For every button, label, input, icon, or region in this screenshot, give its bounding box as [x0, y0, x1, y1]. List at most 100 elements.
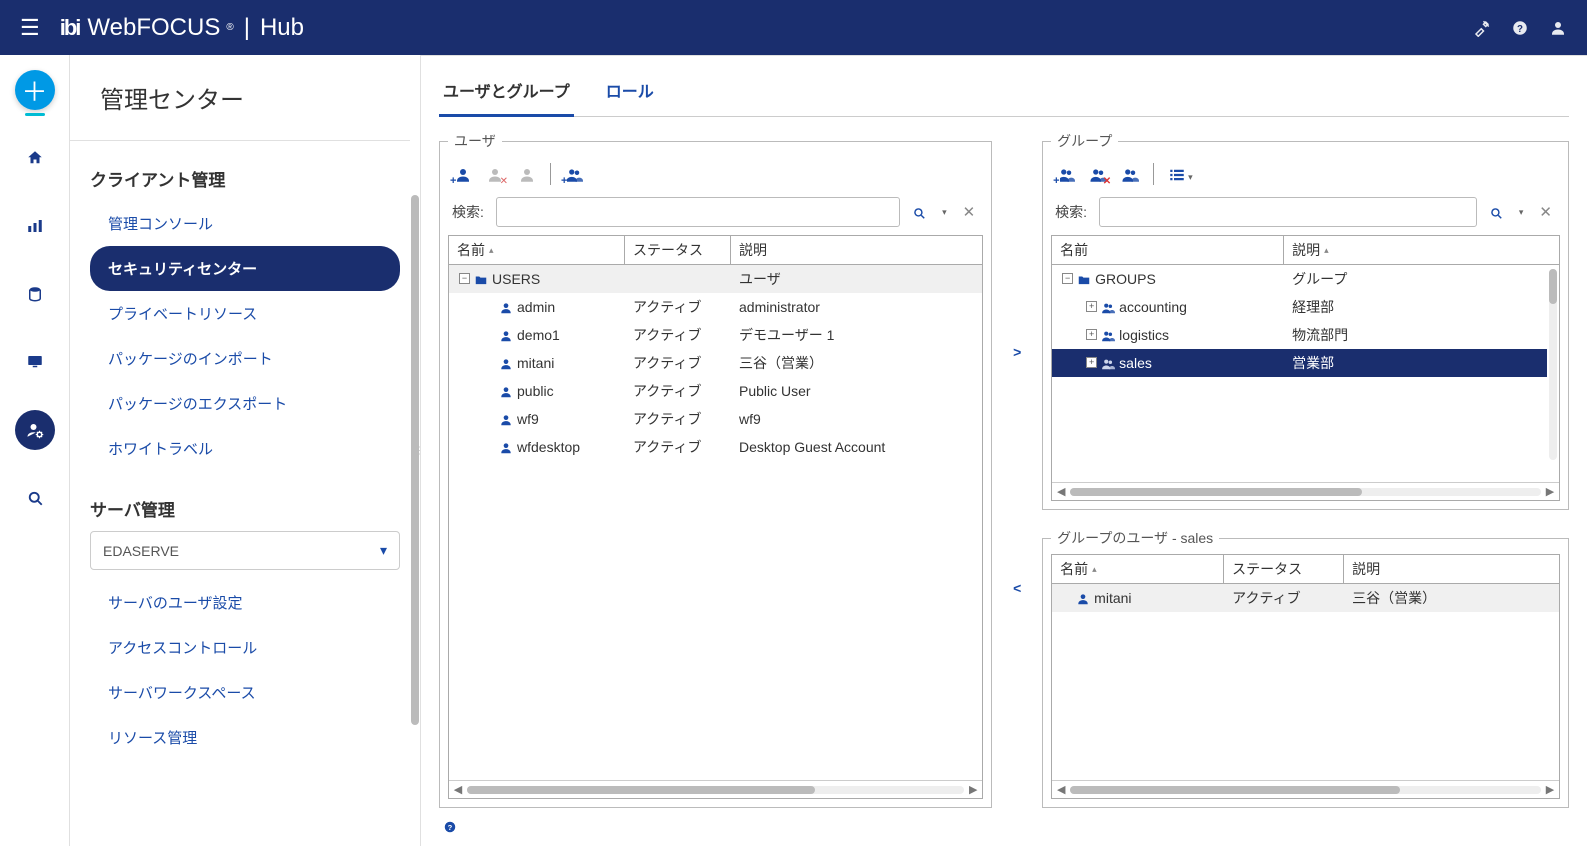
users-root-row[interactable]: −USERS ユーザ — [449, 265, 982, 293]
group-users-header: 名前▴ ステータス 説明 — [1052, 555, 1559, 584]
user-menu-icon[interactable] — [1549, 17, 1567, 38]
search-options-caret[interactable]: ▾ — [938, 207, 951, 218]
rail-search[interactable] — [15, 478, 55, 518]
nav-access-control[interactable]: アクセスコントロール — [90, 625, 400, 670]
unassign-button[interactable]: < — [1013, 580, 1021, 596]
nav-server-user-settings[interactable]: サーバのユーザ設定 — [90, 580, 400, 625]
chevron-down-icon: ▾ — [380, 542, 387, 559]
top-bar: ☰ ibi WebFOCUS® | Hub ? — [0, 0, 1587, 55]
collapse-icon[interactable]: − — [459, 273, 470, 284]
users-search-input[interactable] — [496, 197, 900, 227]
users-hscroll[interactable]: ◀ ▶ — [449, 780, 982, 798]
col-name[interactable]: 名前▴ — [1052, 555, 1224, 583]
group-row[interactable]: +accounting 経理部 — [1052, 293, 1547, 321]
col-name[interactable]: 名前 — [1052, 236, 1284, 264]
rail-add-button[interactable]: ＋ — [15, 70, 55, 110]
users-search-label: 検索: — [452, 202, 488, 222]
footer-help-icon[interactable]: ? — [439, 808, 1569, 836]
scroll-left-icon[interactable]: ◀ — [1052, 485, 1070, 498]
tab-roles[interactable]: ロール — [602, 68, 658, 117]
app-logo: ibi WebFOCUS® | Hub — [60, 14, 304, 42]
folder-icon — [1077, 271, 1091, 287]
nav-resource-mgmt[interactable]: リソース管理 — [90, 715, 400, 760]
rail-data[interactable] — [15, 274, 55, 314]
main-tabs: ユーザとグループ ロール — [439, 68, 1569, 117]
group-row-selected[interactable]: +sales 営業部 — [1052, 349, 1547, 377]
col-name[interactable]: 名前▴ — [449, 236, 625, 264]
user-row[interactable]: mitani アクティブ 三谷（営業） — [449, 349, 982, 377]
groups-vscroll[interactable] — [1547, 265, 1559, 464]
collapse-icon[interactable]: − — [1062, 273, 1073, 284]
groups-legend: グループ — [1051, 131, 1118, 151]
search-icon[interactable] — [1485, 204, 1507, 221]
add-user-icon[interactable]: + — [454, 164, 472, 185]
user-row[interactable]: admin アクティブ administrator — [449, 293, 982, 321]
search-icon[interactable] — [908, 204, 930, 221]
group-user-row[interactable]: mitani アクティブ 三谷（営業） — [1052, 584, 1559, 612]
groups-hscroll[interactable]: ◀ ▶ — [1052, 482, 1559, 500]
scroll-left-icon[interactable]: ◀ — [1052, 783, 1070, 796]
rail-monitor[interactable] — [15, 342, 55, 382]
user-icon — [1076, 590, 1090, 606]
nav-white-label[interactable]: ホワイトラベル — [90, 426, 400, 471]
clear-search-icon[interactable]: ✕ — [959, 203, 980, 221]
group-users-hscroll[interactable]: ◀ ▶ — [1052, 780, 1559, 798]
group-icon — [1101, 299, 1115, 315]
main-content: ユーザとグループ ロール ユーザ + ✕ + 検索: — [420, 55, 1587, 846]
scroll-left-icon[interactable]: ◀ — [449, 783, 467, 796]
expand-icon[interactable]: + — [1086, 357, 1097, 368]
col-desc[interactable]: 説明▴ — [1284, 236, 1559, 264]
groups-search-row: 検索: ▾ ✕ — [1051, 193, 1560, 235]
expand-icon[interactable]: + — [1086, 329, 1097, 340]
scroll-right-icon[interactable]: ▶ — [964, 783, 982, 796]
hamburger-icon[interactable]: ☰ — [20, 15, 40, 41]
rail-admin[interactable] — [15, 410, 55, 450]
rail-reports[interactable] — [15, 206, 55, 246]
delete-group-icon[interactable]: ✕ — [1089, 164, 1107, 185]
group-row[interactable]: +logistics 物流部門 — [1052, 321, 1547, 349]
edit-group-icon[interactable] — [1121, 164, 1139, 185]
user-row[interactable]: wfdesktop アクティブ Desktop Guest Account — [449, 433, 982, 461]
rail-home[interactable] — [15, 138, 55, 178]
nav-admin-console[interactable]: 管理コンソール — [90, 201, 400, 246]
users-panel: ユーザ + ✕ + 検索: ▾ ✕ — [439, 131, 992, 808]
brand-name: WebFOCUS — [87, 14, 220, 42]
nav-server-workspace[interactable]: サーバワークスペース — [90, 670, 400, 715]
user-row[interactable]: wf9 アクティブ wf9 — [449, 405, 982, 433]
groups-toolbar: + ✕ ▾ — [1051, 157, 1560, 193]
chevron-down-icon: ▾ — [1188, 172, 1193, 182]
col-status[interactable]: ステータス — [625, 236, 731, 264]
nav-package-import[interactable]: パッケージのインポート — [90, 336, 400, 381]
add-group-icon[interactable]: + — [1057, 164, 1075, 185]
user-row[interactable]: public アクティブ Public User — [449, 377, 982, 405]
list-view-icon[interactable]: ▾ — [1168, 164, 1193, 185]
help-icon[interactable]: ? — [1511, 17, 1529, 38]
group-users-panel: グループのユーザ - sales 名前▴ ステータス 説明 mitani アクテ… — [1042, 528, 1569, 808]
assign-button[interactable]: > — [1013, 344, 1021, 360]
user-icon — [499, 327, 513, 343]
groups-root-row[interactable]: −GROUPS グループ — [1052, 265, 1547, 293]
groups-grid-body: −GROUPS グループ +accounting 経理部 +logistics … — [1052, 265, 1559, 482]
tab-users-groups[interactable]: ユーザとグループ — [439, 68, 574, 117]
scroll-right-icon[interactable]: ▶ — [1541, 485, 1559, 498]
nav-package-export[interactable]: パッケージのエクスポート — [90, 381, 400, 426]
expand-icon[interactable]: + — [1086, 301, 1097, 312]
col-desc[interactable]: 説明 — [731, 236, 982, 264]
folder-icon — [474, 271, 488, 287]
page-title: 管理センター — [70, 55, 410, 141]
nav-private-resources[interactable]: プライベートリソース — [90, 291, 400, 336]
scroll-right-icon[interactable]: ▶ — [1541, 783, 1559, 796]
tools-icon[interactable] — [1473, 17, 1491, 38]
groups-grid: 名前 説明▴ −GROUPS グループ +accounting 経理部 — [1051, 235, 1560, 501]
user-row[interactable]: demo1 アクティブ デモユーザー 1 — [449, 321, 982, 349]
groups-search-input[interactable] — [1099, 197, 1477, 227]
server-select[interactable]: EDASERVE ▾ — [90, 531, 400, 570]
group-users-legend: グループのユーザ - sales — [1051, 528, 1219, 548]
col-status[interactable]: ステータス — [1224, 555, 1344, 583]
nav-security-center[interactable]: セキュリティセンター — [90, 246, 400, 291]
bulk-users-icon[interactable]: + — [565, 164, 583, 185]
clear-search-icon[interactable]: ✕ — [1535, 203, 1556, 221]
col-desc[interactable]: 説明 — [1344, 555, 1559, 583]
transfer-column: > < — [1002, 131, 1032, 808]
search-options-caret[interactable]: ▾ — [1515, 207, 1528, 218]
